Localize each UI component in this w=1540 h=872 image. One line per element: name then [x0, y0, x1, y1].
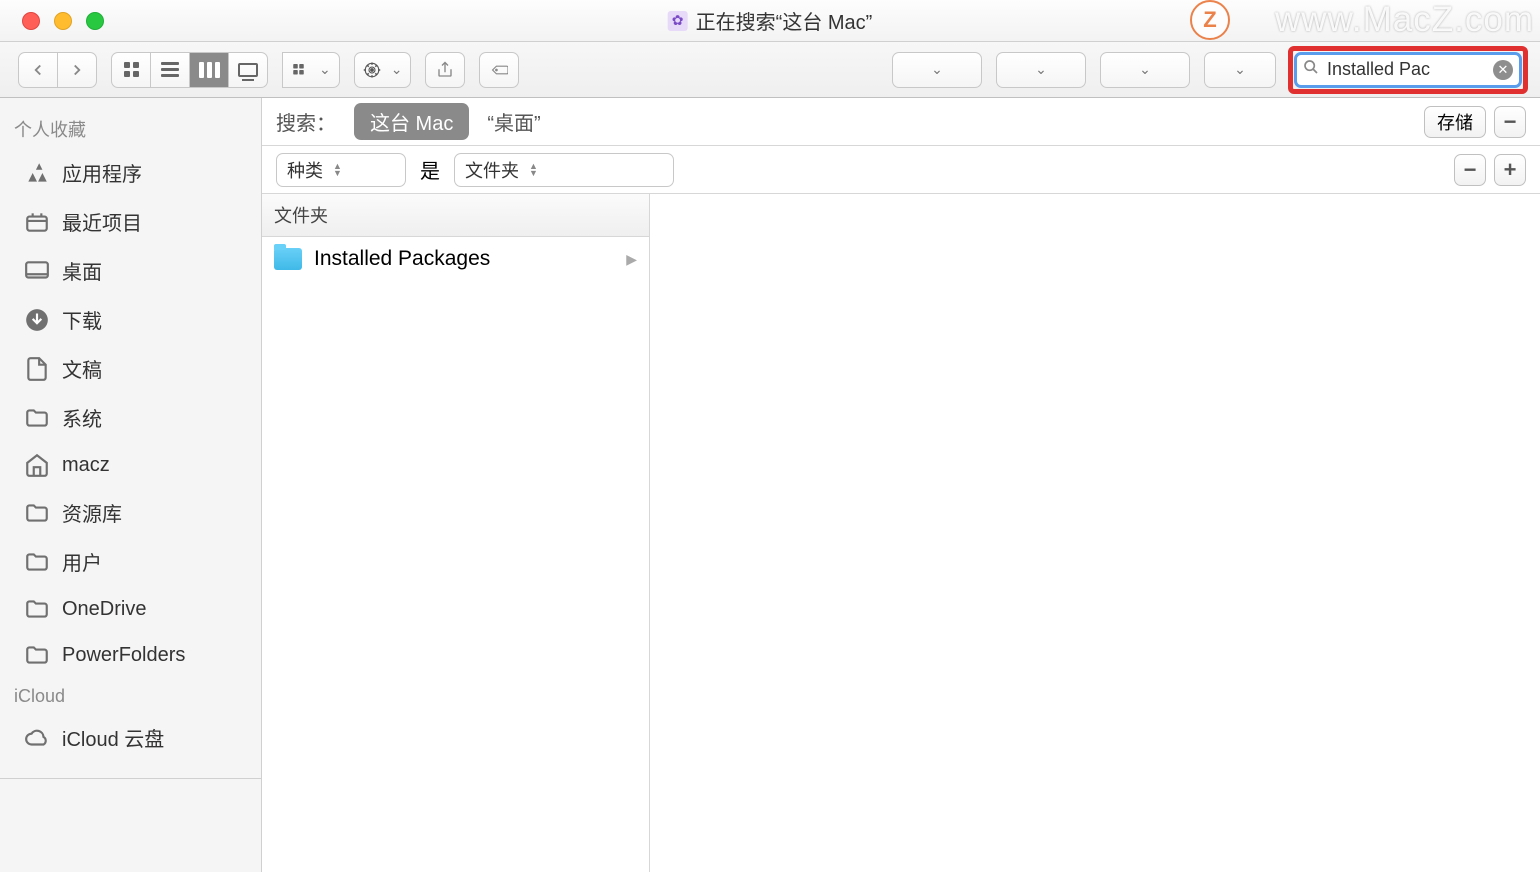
close-window-button[interactable] [22, 12, 40, 30]
sidebar-section-icloud: iCloud [0, 678, 261, 713]
search-box[interactable]: ✕ [1294, 52, 1522, 88]
sidebar-item-label: OneDrive [62, 598, 146, 621]
nav-buttons [18, 52, 97, 88]
path-dropdown-1[interactable]: ⌄ [892, 52, 982, 88]
downloads-icon [24, 307, 50, 333]
sidebar-item-recents[interactable]: 最近项目 [0, 197, 261, 246]
filter-is-label: 是 [420, 155, 440, 184]
sidebar-item-label: iCloud 云盘 [62, 723, 164, 752]
chevron-updown-icon: ▲▼ [529, 163, 538, 177]
column-browser: 文件夹 Installed Packages ▶ [262, 194, 1540, 872]
scope-label: 搜索： [276, 107, 336, 136]
sidebar-item-label: 文稿 [62, 354, 102, 383]
column-header: 文件夹 [262, 194, 649, 237]
sidebar-item-powerfolders[interactable]: PowerFolders [0, 632, 261, 678]
scope-desktop[interactable]: “桌面” [487, 107, 540, 136]
window-title: ✿ 正在搜索“这台 Mac” [668, 6, 873, 35]
minimize-window-button[interactable] [54, 12, 72, 30]
sidebar: 个人收藏 应用程序 最近项目 桌面 下载 文稿 系统 macz [0, 98, 262, 872]
result-item-name: Installed Packages [314, 247, 490, 271]
column-view-button[interactable] [189, 52, 229, 88]
results-column: 文件夹 Installed Packages ▶ [262, 194, 650, 872]
recents-icon [24, 209, 50, 235]
watermark-text: www.MacZ.com [1275, 0, 1534, 40]
sidebar-item-label: 最近项目 [62, 207, 142, 236]
path-dropdown-4[interactable]: ⌄ [1204, 52, 1276, 88]
sidebar-item-label: macz [62, 454, 110, 477]
sidebar-item-desktop[interactable]: 桌面 [0, 246, 261, 295]
sidebar-item-icloud-drive[interactable]: iCloud 云盘 [0, 713, 261, 762]
toolbar: ⌄ ⌄ ⌄ ⌄ ⌄ ⌄ ✕ [0, 42, 1540, 98]
smart-folder-icon: ✿ [668, 11, 688, 31]
sidebar-item-downloads[interactable]: 下载 [0, 295, 261, 344]
sidebar-item-label: 用户 [62, 547, 102, 576]
filter-value-select[interactable]: 文件夹 ▲▼ [454, 153, 674, 187]
clear-search-icon[interactable]: ✕ [1493, 60, 1513, 80]
path-dropdown-3[interactable]: ⌄ [1100, 52, 1190, 88]
sidebar-item-label: 系统 [62, 403, 102, 432]
window-titlebar: ✿ 正在搜索“这台 Mac” Z www.MacZ.com [0, 0, 1540, 42]
sidebar-item-system[interactable]: 系统 [0, 393, 261, 442]
view-switcher [111, 52, 268, 88]
action-dropdown[interactable]: ⌄ [354, 52, 412, 88]
traffic-lights [0, 12, 104, 30]
cloud-icon [24, 725, 50, 751]
remove-criteria-button[interactable]: − [1494, 106, 1526, 138]
search-input[interactable] [1323, 59, 1493, 80]
tags-button[interactable] [479, 52, 519, 88]
icon-view-button[interactable] [111, 52, 151, 88]
add-filter-button[interactable]: + [1494, 154, 1526, 186]
folder-icon [274, 248, 302, 270]
forward-button[interactable] [57, 52, 97, 88]
documents-icon [24, 356, 50, 382]
chevron-updown-icon: ▲▼ [333, 163, 342, 177]
sidebar-item-label: 桌面 [62, 256, 102, 285]
folder-icon [24, 642, 50, 668]
applications-icon [24, 160, 50, 186]
list-view-button[interactable] [150, 52, 190, 88]
gallery-view-button[interactable] [228, 52, 268, 88]
preview-column [650, 194, 1540, 872]
folder-icon [24, 549, 50, 575]
content-area: 搜索： 这台 Mac “桌面” 存储 − 种类 ▲▼ 是 文件夹 ▲▼ − + [262, 98, 1540, 872]
save-search-button[interactable]: 存储 [1424, 106, 1486, 138]
sidebar-section-locations [0, 778, 261, 806]
sidebar-item-macz[interactable]: macz [0, 442, 261, 488]
watermark-logo: Z [1190, 0, 1230, 40]
folder-icon [24, 596, 50, 622]
filter-kind-value: 种类 [287, 157, 323, 183]
sidebar-item-documents[interactable]: 文稿 [0, 344, 261, 393]
filter-value-text: 文件夹 [465, 157, 519, 183]
group-dropdown[interactable]: ⌄ [282, 52, 340, 88]
sidebar-item-users[interactable]: 用户 [0, 537, 261, 586]
share-button[interactable] [425, 52, 465, 88]
search-wrap: ✕ [1294, 52, 1522, 88]
desktop-icon [24, 258, 50, 284]
sidebar-item-label: 下载 [62, 305, 102, 334]
sidebar-item-onedrive[interactable]: OneDrive [0, 586, 261, 632]
sidebar-item-label: 资源库 [62, 498, 122, 527]
sidebar-item-applications[interactable]: 应用程序 [0, 148, 261, 197]
scope-this-mac[interactable]: 这台 Mac [354, 103, 469, 140]
remove-filter-button[interactable]: − [1454, 154, 1486, 186]
chevron-right-icon: ▶ [626, 251, 637, 268]
sidebar-item-label: PowerFolders [62, 644, 185, 667]
result-item[interactable]: Installed Packages ▶ [262, 237, 649, 281]
fullscreen-window-button[interactable] [86, 12, 104, 30]
sidebar-item-label: 应用程序 [62, 158, 142, 187]
home-icon [24, 452, 50, 478]
search-scope-bar: 搜索： 这台 Mac “桌面” 存储 − [262, 98, 1540, 146]
path-dropdown-2[interactable]: ⌄ [996, 52, 1086, 88]
folder-icon [24, 405, 50, 431]
sidebar-item-library[interactable]: 资源库 [0, 488, 261, 537]
back-button[interactable] [18, 52, 58, 88]
filter-bar: 种类 ▲▼ 是 文件夹 ▲▼ − + [262, 146, 1540, 194]
folder-icon [24, 500, 50, 526]
filter-kind-select[interactable]: 种类 ▲▼ [276, 153, 406, 187]
search-icon [1303, 59, 1319, 80]
sidebar-section-favorites: 个人收藏 [0, 108, 261, 148]
window-title-text: 正在搜索“这台 Mac” [696, 6, 873, 35]
